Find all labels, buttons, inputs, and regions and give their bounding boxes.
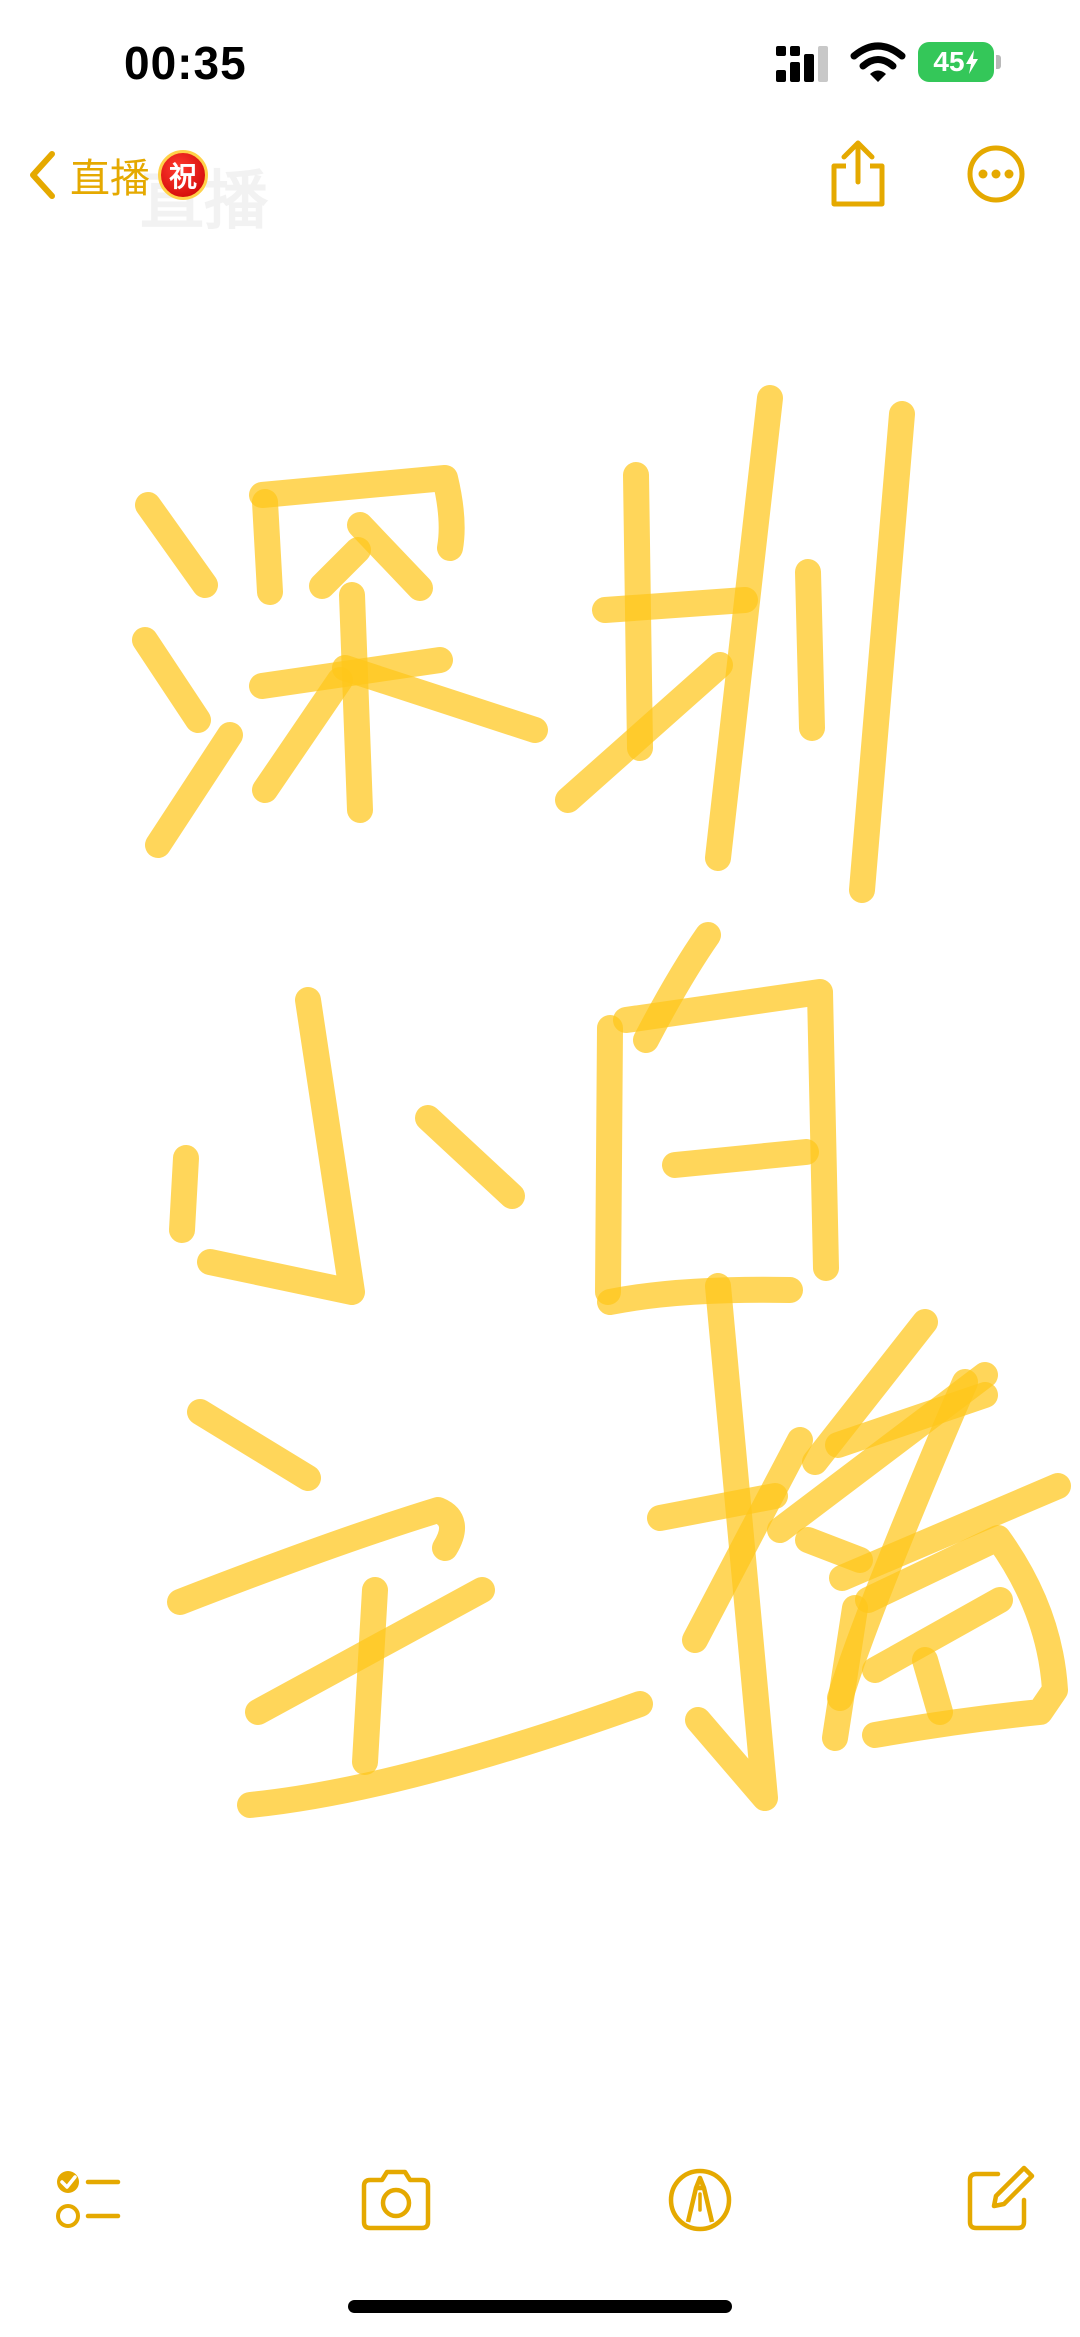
stroke-zhen bbox=[795, 559, 825, 741]
stroke-shen bbox=[309, 537, 371, 599]
stroke-shen bbox=[332, 655, 548, 743]
stroke-bai bbox=[662, 1139, 819, 1178]
handwriting-drawing[interactable] bbox=[0, 0, 1080, 2337]
stroke-bai bbox=[597, 1276, 803, 1315]
stroke-bo bbox=[795, 1527, 873, 1573]
stroke-zhen bbox=[705, 385, 783, 871]
stroke-zhu bbox=[187, 1399, 321, 1491]
stroke-bo bbox=[912, 1647, 953, 1725]
stroke-shen bbox=[339, 582, 373, 823]
camera-icon[interactable] bbox=[356, 2160, 436, 2240]
stroke-xiao bbox=[169, 1145, 199, 1243]
stroke-shen bbox=[135, 492, 218, 598]
stroke-zhu bbox=[237, 1691, 653, 1818]
stroke-zhu bbox=[352, 1577, 388, 1775]
stroke-zhu bbox=[167, 1497, 465, 1615]
stroke-shen bbox=[145, 722, 243, 858]
stroke-shen bbox=[132, 627, 211, 733]
notes-screen: 00:35 45 直播 直播 祝 bbox=[0, 0, 1080, 2337]
compose-icon[interactable] bbox=[958, 2160, 1038, 2240]
stroke-bai bbox=[595, 1015, 623, 1305]
markup-pen-icon[interactable] bbox=[660, 2160, 740, 2240]
stroke-zhen bbox=[849, 401, 915, 903]
stroke-bo bbox=[822, 1595, 868, 1751]
home-indicator[interactable] bbox=[348, 2300, 732, 2313]
stroke-shen bbox=[252, 489, 283, 605]
stroke-xiao bbox=[415, 1105, 525, 1209]
stroke-xiao bbox=[197, 987, 365, 1305]
checklist-icon[interactable] bbox=[48, 2160, 128, 2240]
stroke-zhen bbox=[592, 587, 758, 623]
